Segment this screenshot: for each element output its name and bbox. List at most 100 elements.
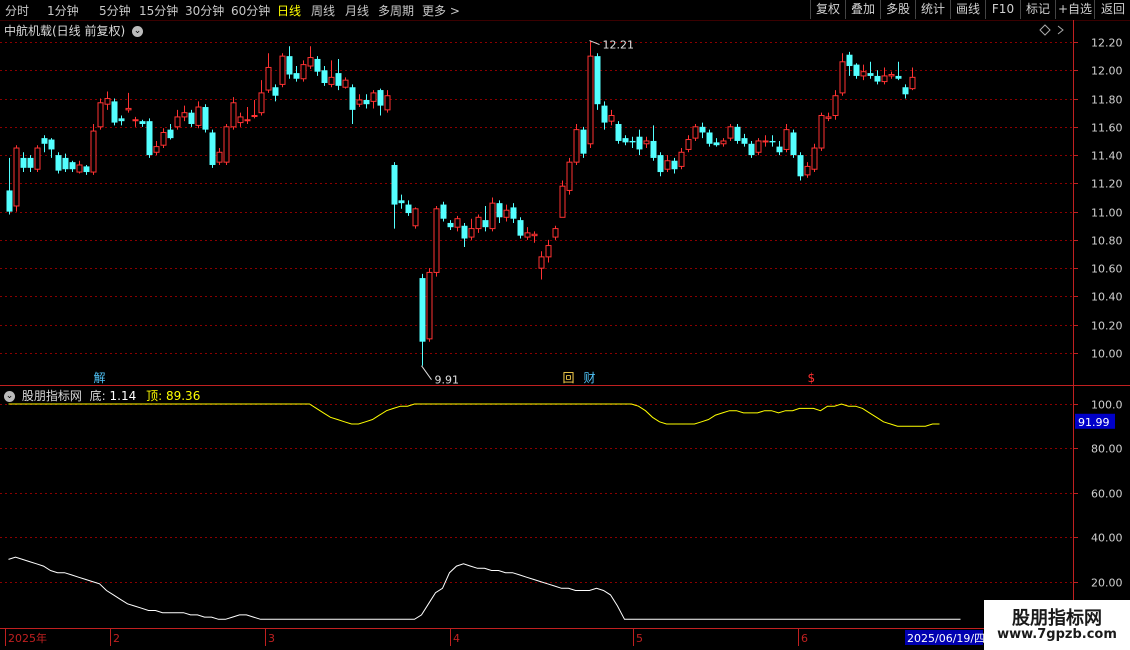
candle-body (237, 116, 244, 124)
candle (552, 225, 559, 240)
add-watchlist-button[interactable]: +自选 (1055, 0, 1094, 19)
candle (482, 205, 489, 232)
period-tab-monthly[interactable]: 月线 (345, 2, 369, 19)
chevron-down-icon[interactable]: ⌄ (132, 26, 144, 37)
current-value-box (1075, 413, 1115, 429)
price-tick-label: 10.80 (1091, 235, 1123, 248)
period-tab-30min[interactable]: 30分钟 (185, 2, 224, 19)
candle-body (692, 126, 699, 139)
stock-chart[interactable]: 10.00 10.20 10.40 10.60 10.80 11.00 11.20 11.40… (0, 0, 1130, 650)
candle (587, 40, 594, 149)
candle-body (629, 140, 636, 143)
candle (237, 112, 244, 127)
candle-body (209, 132, 216, 165)
f10-button[interactable]: F10 (985, 0, 1020, 19)
candle (503, 204, 510, 222)
candle (293, 66, 300, 82)
event-marker: 财 (584, 371, 596, 385)
period-tab-1min[interactable]: 1分钟 (47, 2, 79, 19)
candle-body (111, 101, 118, 123)
candle-body (769, 140, 776, 143)
candle-body (447, 222, 454, 228)
candle-body (13, 147, 20, 207)
candle (258, 80, 265, 116)
candle-body (398, 200, 405, 204)
multi-stock-button[interactable]: 多股 (880, 0, 915, 19)
candle-body (734, 126, 741, 141)
candle (881, 67, 888, 85)
candle (727, 123, 734, 141)
mark-button[interactable]: 标记 (1020, 0, 1055, 19)
candle (265, 53, 272, 93)
candle-body (664, 160, 671, 170)
candle (720, 138, 727, 147)
candle-body (342, 79, 349, 88)
candle (300, 60, 307, 82)
candle-body (335, 73, 342, 86)
candle (118, 115, 125, 126)
candle (671, 157, 678, 174)
candle (629, 136, 636, 149)
candle (27, 155, 34, 173)
candle (783, 123, 790, 153)
candle (6, 157, 13, 215)
period-tab-intraday[interactable]: 分时 (5, 2, 29, 19)
candle (545, 239, 552, 263)
event-marker: $ (808, 371, 816, 385)
date-label: 6 (801, 632, 808, 645)
candle (664, 155, 671, 173)
period-tab-daily[interactable]: 日线 (277, 2, 301, 19)
candle-body (370, 92, 377, 102)
candle-body (475, 216, 482, 230)
candle (475, 214, 482, 233)
candle (622, 135, 629, 146)
candle (846, 51, 853, 76)
candle-body (895, 75, 902, 79)
candle (524, 227, 531, 240)
candle (188, 109, 195, 127)
chevron-down-icon[interactable]: ⌄ (4, 391, 15, 402)
candle (83, 164, 90, 175)
candle (860, 64, 867, 81)
candle-body (601, 105, 608, 123)
candle (762, 135, 769, 147)
candle (132, 116, 139, 127)
period-tab-60min[interactable]: 60分钟 (231, 2, 270, 19)
candle-body (699, 126, 706, 133)
bottom-label: 底: (89, 389, 106, 403)
candle (601, 101, 608, 130)
candle-body (657, 155, 664, 173)
date-label: 3 (268, 632, 275, 645)
candle-body (174, 116, 181, 128)
candle-body (748, 143, 755, 156)
candle (244, 107, 251, 124)
draw-line-button[interactable]: 画线 (950, 0, 985, 19)
adjust-button[interactable]: 复权 (810, 0, 845, 19)
date-label: 2 (113, 632, 120, 645)
candle-body (622, 138, 629, 143)
candle-body (272, 87, 279, 96)
candle (391, 162, 398, 229)
back-button[interactable]: 返回 (1094, 0, 1130, 19)
candle (776, 140, 783, 156)
candle-body (776, 146, 783, 153)
candle-body (678, 151, 685, 167)
candle-body (125, 107, 132, 111)
candle (181, 105, 188, 122)
statistics-button[interactable]: 统计 (915, 0, 950, 19)
candle (307, 46, 314, 69)
candle-body (643, 140, 650, 145)
period-tab-weekly[interactable]: 周线 (311, 2, 335, 19)
price-tick-label: 11.80 (1091, 94, 1123, 107)
overlay-button[interactable]: 叠加 (845, 0, 880, 19)
period-tab-more[interactable]: 更多 > (422, 2, 460, 19)
candle (223, 123, 230, 165)
period-tab-5min[interactable]: 5分钟 (99, 2, 131, 19)
period-tab-15min[interactable]: 15分钟 (139, 2, 178, 19)
candle (818, 112, 825, 151)
candle-body (545, 245, 552, 258)
indicator-tick-label: 60.00 (1091, 488, 1123, 501)
candle (594, 53, 601, 110)
candle (895, 61, 902, 81)
period-tab-multi[interactable]: 多周期 (378, 2, 414, 19)
